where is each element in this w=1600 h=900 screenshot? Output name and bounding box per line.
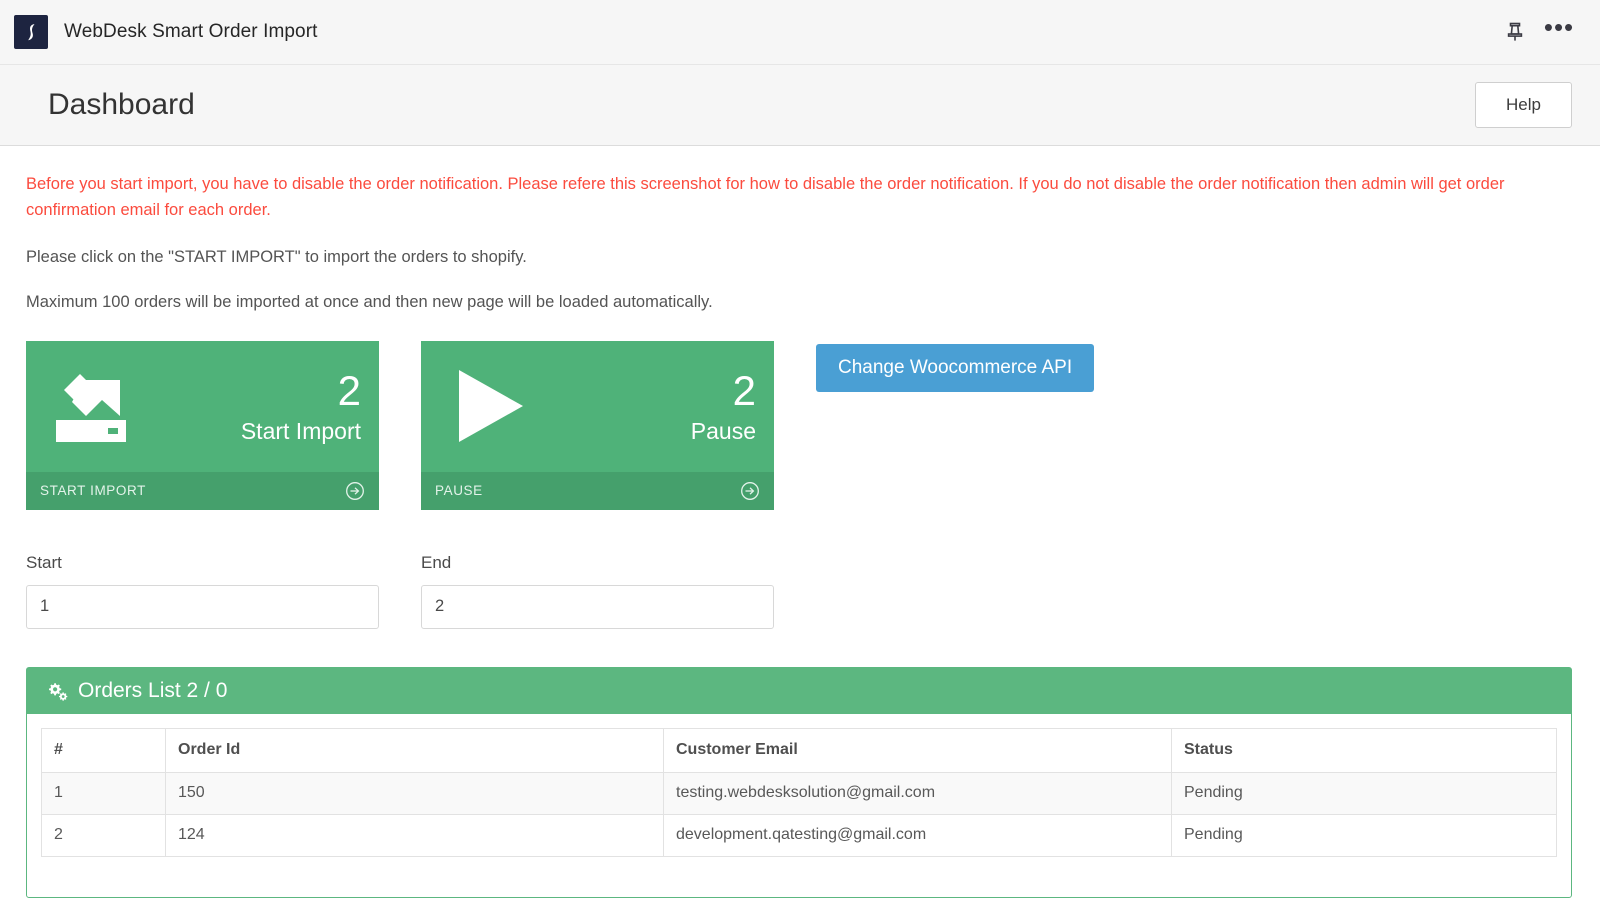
start-import-tile-stats: 2 Start Import [138, 366, 361, 444]
action-tiles-row: 2 Start Import START IMPORT 2 Pause PAUS… [26, 340, 1574, 510]
cell-number: 1 [41, 771, 166, 815]
pin-icon[interactable] [1498, 15, 1532, 49]
end-field: End [421, 553, 774, 629]
table-row[interactable]: 2 124 development.qatesting@gmail.com Pe… [41, 813, 1557, 857]
column-header-status: Status [1171, 727, 1557, 773]
range-row: Start End [26, 553, 1574, 629]
orders-panel-title: Orders List 2 / 0 [78, 678, 228, 702]
cell-customer-email: testing.webdesksolution@gmail.com [663, 771, 1172, 815]
start-import-label: Start Import [240, 417, 361, 444]
pause-tile[interactable]: 2 Pause PAUSE [421, 340, 774, 510]
arrow-circle-right-icon [345, 481, 365, 501]
table-header-row: # Order Id Customer Email Status [41, 727, 1557, 773]
note-message: Maximum 100 orders will be imported at o… [26, 292, 713, 311]
pause-count: 2 [732, 366, 756, 414]
end-label: End [421, 552, 452, 572]
orders-table-body: 1 150 testing.webdesksolution@gmail.com … [41, 771, 1557, 857]
pause-label: Pause [690, 417, 756, 444]
change-woocommerce-api-button[interactable]: Change Woocommerce API [816, 343, 1095, 392]
start-import-tile[interactable]: 2 Start Import START IMPORT [26, 340, 379, 510]
start-import-tile-footer[interactable]: START IMPORT [26, 471, 379, 510]
start-import-tile-body: 2 Start Import [26, 341, 379, 472]
start-input[interactable] [26, 584, 379, 629]
play-icon [441, 360, 533, 452]
help-button[interactable]: Help [1475, 82, 1572, 128]
ellipsis-icon[interactable]: ••• [1542, 14, 1576, 49]
cell-number: 2 [41, 813, 166, 857]
orders-table-head: # Order Id Customer Email Status [41, 727, 1557, 773]
import-to-drive-icon [46, 360, 138, 452]
cell-order-id: 150 [165, 771, 664, 815]
table-row[interactable]: 1 150 testing.webdesksolution@gmail.com … [41, 771, 1557, 815]
end-input[interactable] [421, 584, 774, 629]
page-title: Dashboard [48, 88, 195, 121]
orders-panel-body: # Order Id Customer Email Status 1 150 t… [27, 714, 1571, 897]
warning-message: Before you start import, you have to dis… [26, 175, 1505, 219]
cell-customer-email: development.qatesting@gmail.com [663, 813, 1172, 857]
app-titlebar: WebDesk Smart Order Import ••• [0, 0, 1600, 65]
cell-status: Pending [1171, 813, 1557, 857]
pause-tile-footer[interactable]: PAUSE [421, 471, 774, 510]
start-import-footer-label: START IMPORT [40, 483, 146, 499]
pause-tile-stats: 2 Pause [533, 366, 756, 444]
start-import-count: 2 [337, 366, 361, 414]
cell-order-id: 124 [165, 813, 664, 857]
pause-footer-label: PAUSE [435, 483, 483, 499]
webdesk-logo-icon [14, 15, 48, 49]
main-content: Before you start import, you have to dis… [0, 146, 1600, 898]
pause-tile-body: 2 Pause [421, 341, 774, 472]
column-header-customer-email: Customer Email [663, 727, 1172, 773]
orders-panel-header: Orders List 2 / 0 [27, 667, 1571, 714]
orders-table: # Order Id Customer Email Status 1 150 t… [41, 727, 1557, 857]
cogs-icon [47, 681, 69, 701]
orders-panel: Orders List 2 / 0 # Order Id Customer Em… [26, 666, 1572, 898]
column-header-number: # [41, 727, 166, 773]
cell-status: Pending [1171, 771, 1557, 815]
start-label: Start [26, 552, 62, 572]
instruction-message: Please click on the "START IMPORT" to im… [26, 248, 527, 267]
page-header: Dashboard Help [0, 65, 1600, 146]
start-field: Start [26, 553, 379, 629]
app-title: WebDesk Smart Order Import [64, 21, 318, 42]
column-header-order-id: Order Id [165, 727, 664, 773]
arrow-circle-right-icon [740, 481, 760, 501]
